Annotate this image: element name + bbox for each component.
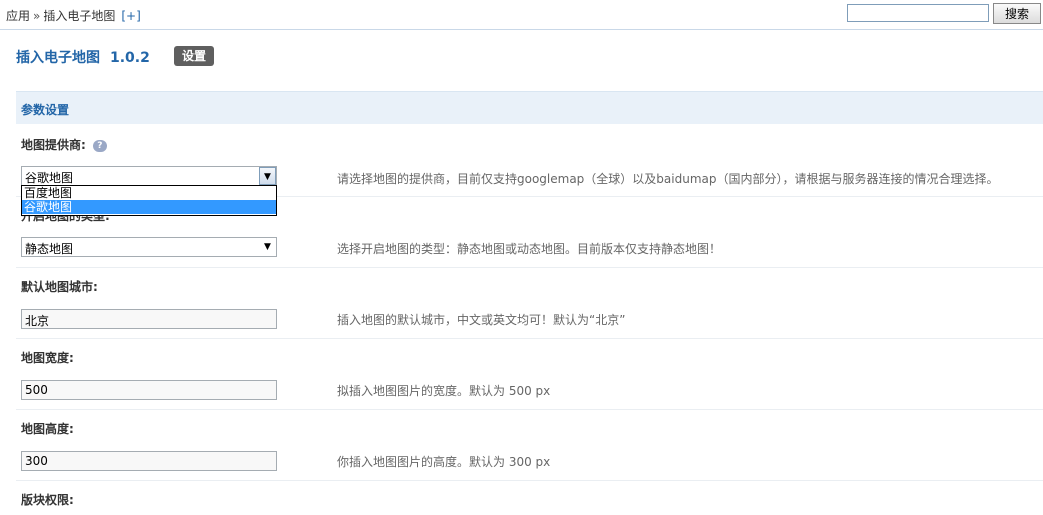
breadcrumb-current: 插入电子地图 (43, 9, 116, 23)
map-type-select[interactable]: 静态地图 ▼ (21, 237, 277, 257)
height-description: 你插入地图图片的高度。默认为 300 px (337, 455, 551, 469)
map-type-selected-value: 静态地图 (25, 242, 74, 256)
section-title: 参数设置 (21, 103, 70, 117)
settings-badge[interactable]: 设置 (174, 46, 214, 66)
provider-dropdown-list: 百度地图 谷歌地图 (21, 185, 277, 216)
breadcrumb-root[interactable]: 应用 (6, 9, 30, 23)
triangle-down-icon[interactable]: ▼ (259, 238, 276, 256)
breadcrumb: 应用» 插入电子地图 [+] (6, 7, 141, 24)
provider-option-google[interactable]: 谷歌地图 (22, 200, 276, 214)
add-link[interactable]: [+] (121, 9, 140, 23)
triangle-down-icon[interactable]: ▼ (259, 167, 276, 185)
provider-select[interactable]: 谷歌地图 ▼ (21, 166, 277, 186)
search-input[interactable] (847, 4, 989, 22)
top-bar: 应用» 插入电子地图 [+] 搜索 (0, 0, 1043, 30)
row-divider (16, 409, 1043, 410)
width-description: 拟插入地图图片的宽度。默认为 500 px (337, 384, 551, 398)
provider-label: 地图提供商:? (21, 136, 107, 153)
height-field[interactable]: 300 (21, 451, 277, 471)
provider-option-baidu[interactable]: 百度地图 (22, 186, 276, 200)
width-label: 地图宽度: (21, 351, 74, 365)
question-bubble-icon[interactable]: ? (92, 140, 107, 152)
provider-label-text: 地图提供商: (21, 138, 86, 152)
provider-selected-value: 谷歌地图 (25, 171, 74, 185)
search-button[interactable]: 搜索 (993, 3, 1041, 24)
city-description: 插入地图的默认城市，中文或英文均可！默认为“北京” (337, 313, 626, 327)
height-label: 地图高度: (21, 422, 74, 436)
plugin-name: 插入电子地图 (16, 50, 100, 66)
map-type-description: 选择开启地图的类型：静态地图或动态地图。目前版本仅支持静态地图！ (337, 242, 722, 256)
row-divider (16, 480, 1043, 481)
row-divider (16, 267, 1043, 268)
row-divider (16, 338, 1043, 339)
section-header: 参数设置 (16, 91, 1043, 124)
breadcrumb-separator: » (33, 9, 41, 23)
provider-description: 请选择地图的提供商，目前仅支持googlemap（全球）以及baidumap（国… (337, 172, 999, 186)
page-title: 插入电子地图 1.0.2 (16, 47, 150, 67)
city-label: 默认地图城市: (21, 280, 98, 294)
permission-label: 版块权限: (21, 493, 74, 507)
plugin-version: 1.0.2 (110, 50, 150, 66)
width-field[interactable]: 500 (21, 380, 277, 400)
city-field[interactable]: 北京 (21, 309, 277, 329)
